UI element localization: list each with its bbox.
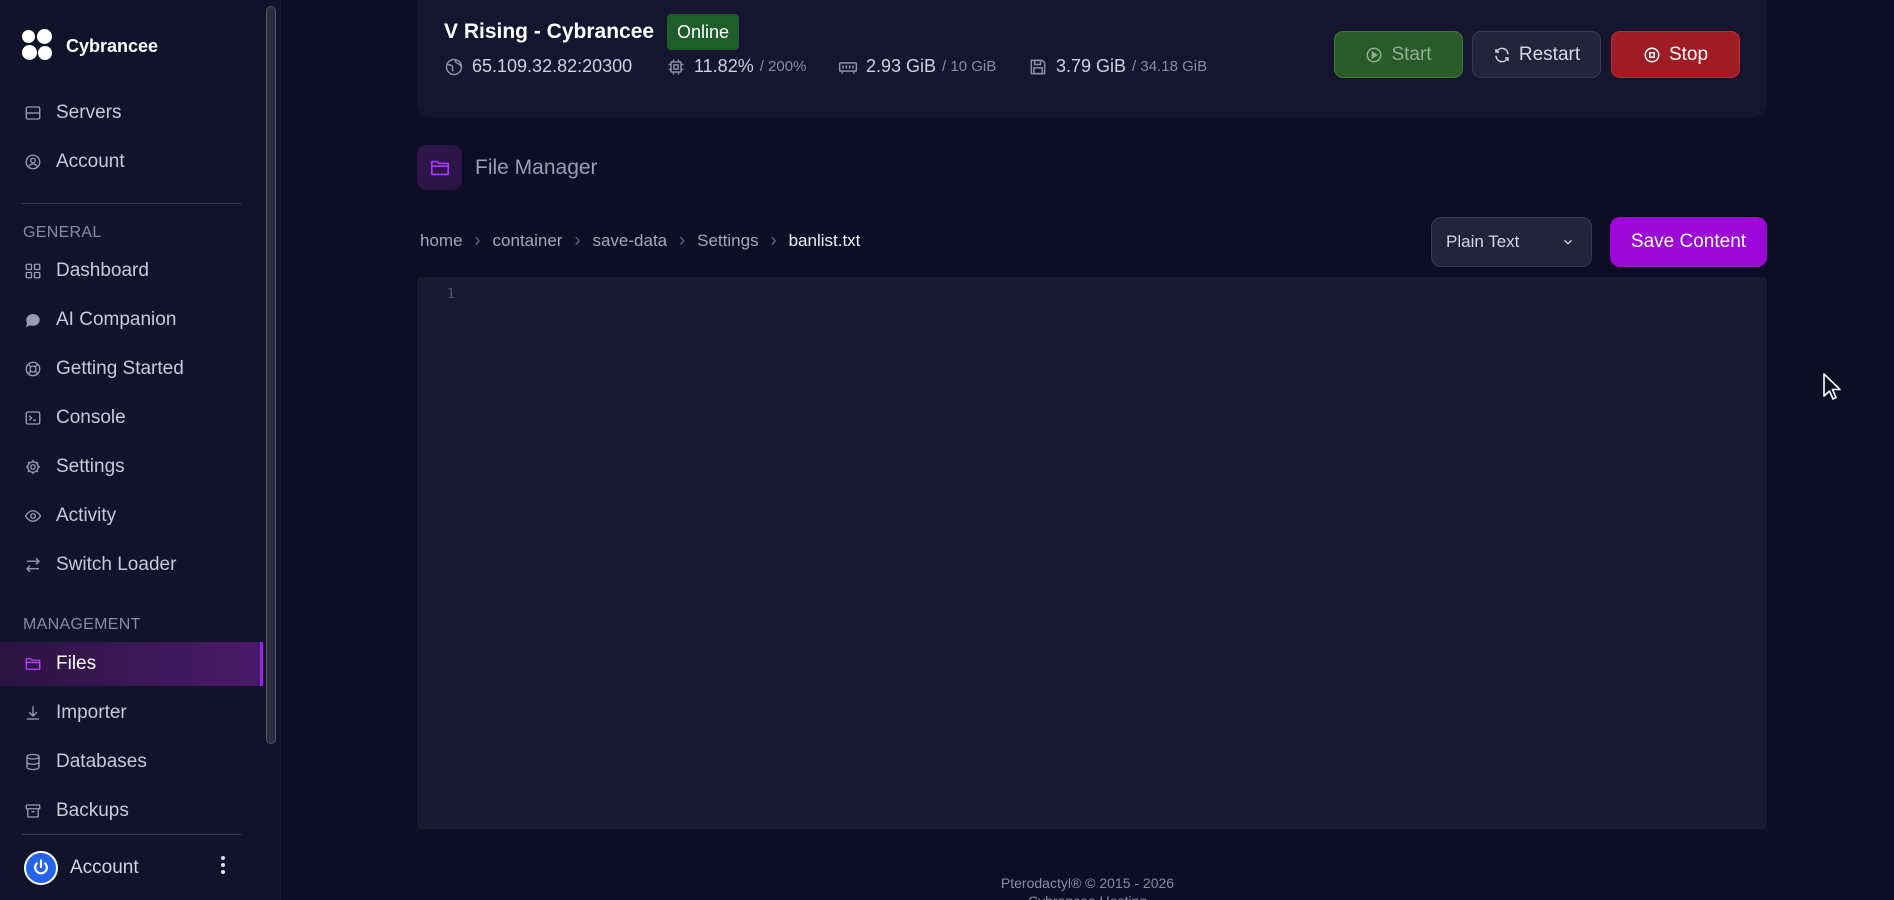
chevron-right-icon: › bbox=[770, 230, 777, 250]
breadcrumb-item[interactable]: home bbox=[420, 231, 463, 251]
sidebar-item-servers[interactable]: Servers bbox=[0, 91, 263, 135]
sidebar-scrollbar[interactable] bbox=[266, 6, 276, 744]
sidebar-item-getting-started[interactable]: Getting Started bbox=[0, 347, 263, 391]
sidebar: Cybrancee Servers Account GENERAL Dashbo… bbox=[0, 0, 281, 900]
disk-limit: / 34.18 GiB bbox=[1132, 58, 1208, 75]
server-header-card: V Rising - Cybrancee Online 65.109.32.82… bbox=[417, 0, 1767, 117]
file-manager-icon bbox=[417, 145, 462, 190]
cpu-value: 11.82% bbox=[694, 56, 754, 76]
server-address: 65.109.32.82:20300 bbox=[472, 56, 633, 76]
lifebuoy-icon bbox=[24, 360, 42, 378]
footer-hosting: Cybrancee Hosting bbox=[281, 892, 1894, 900]
code-editor[interactable]: 1 bbox=[417, 277, 1767, 829]
sidebar-item-label: Getting Started bbox=[56, 358, 184, 379]
sidebar-item-backups[interactable]: Backups bbox=[0, 789, 263, 833]
refresh-icon bbox=[1495, 47, 1509, 62]
restart-button[interactable]: Restart bbox=[1472, 31, 1601, 78]
stat-cpu: 11.82% / 200% bbox=[666, 56, 806, 77]
page-title: File Manager bbox=[475, 156, 598, 179]
cpu-limit: / 200% bbox=[759, 58, 807, 75]
download-icon bbox=[24, 704, 42, 722]
breadcrumb: home › container › save-data › Settings … bbox=[420, 230, 860, 251]
folder-icon bbox=[24, 655, 42, 673]
sidebar-item-ai-companion[interactable]: AI Companion bbox=[0, 298, 263, 342]
restart-label: Restart bbox=[1518, 43, 1581, 65]
stop-icon bbox=[1644, 47, 1660, 62]
stop-label: Stop bbox=[1668, 43, 1709, 65]
breadcrumb-current-file: banlist.txt bbox=[788, 230, 861, 250]
breadcrumb-item[interactable]: container bbox=[493, 231, 563, 251]
disk-value: 3.79 GiB bbox=[1056, 56, 1127, 76]
sidebar-item-label: Console bbox=[56, 407, 126, 428]
footer-copyright[interactable]: Pterodactyl® © 2015 - 2026 bbox=[281, 874, 1894, 892]
sidebar-item-account[interactable]: Account bbox=[0, 140, 263, 184]
sidebar-item-settings[interactable]: Settings bbox=[0, 445, 263, 489]
status-badge: Online bbox=[667, 14, 740, 50]
stat-address[interactable]: 65.109.32.82:20300 bbox=[444, 56, 632, 77]
swap-icon bbox=[24, 556, 42, 574]
sidebar-item-label: Switch Loader bbox=[56, 554, 177, 575]
section-label-management: MANAGEMENT bbox=[23, 616, 141, 633]
stop-button[interactable]: Stop bbox=[1611, 31, 1740, 78]
sidebar-item-databases[interactable]: Databases bbox=[0, 740, 263, 784]
sidebar-divider bbox=[22, 834, 241, 835]
disk-icon bbox=[1030, 59, 1046, 74]
mouse-cursor-icon bbox=[1823, 373, 1841, 400]
section-label-general: GENERAL bbox=[23, 224, 102, 241]
server-icon bbox=[24, 104, 42, 122]
sidebar-item-activity[interactable]: Activity bbox=[0, 494, 263, 538]
sidebar-item-label: AI Companion bbox=[56, 309, 177, 330]
chevron-down-icon bbox=[1564, 239, 1572, 245]
gear-icon bbox=[24, 458, 42, 476]
sidebar-item-label: Importer bbox=[56, 702, 127, 723]
memory-icon bbox=[838, 61, 858, 74]
sidebar-item-label: Dashboard bbox=[56, 260, 149, 281]
brand[interactable]: Cybrancee bbox=[22, 29, 158, 63]
eye-icon bbox=[24, 507, 42, 525]
sidebar-divider bbox=[22, 203, 241, 204]
chevron-right-icon: › bbox=[679, 230, 686, 250]
terminal-icon bbox=[24, 409, 42, 427]
stat-memory: 2.93 GiB / 10 GiB bbox=[838, 56, 996, 77]
sidebar-item-label: Files bbox=[56, 653, 97, 674]
line-number: 1 bbox=[447, 287, 455, 302]
chevron-right-icon: › bbox=[474, 230, 481, 250]
cpu-icon bbox=[668, 59, 684, 74]
sidebar-item-label: Databases bbox=[56, 751, 147, 772]
dashboard-icon bbox=[24, 262, 42, 280]
sidebar-item-label: Settings bbox=[56, 456, 125, 477]
server-name: V Rising - Cybrancee bbox=[444, 20, 655, 43]
chevron-right-icon: › bbox=[574, 230, 581, 250]
brand-logo-icon bbox=[22, 29, 56, 63]
sidebar-item-switch-loader[interactable]: Switch Loader bbox=[0, 543, 263, 587]
sidebar-item-label: Activity bbox=[56, 505, 117, 526]
brand-name: Cybrancee bbox=[66, 35, 159, 56]
sidebar-item-label: Servers bbox=[56, 102, 122, 123]
breadcrumb-item[interactable]: save-data bbox=[592, 231, 667, 251]
sidebar-item-label: Backups bbox=[56, 800, 129, 821]
sidebar-item-importer[interactable]: Importer bbox=[0, 691, 263, 735]
chat-icon bbox=[24, 311, 42, 329]
footer: Pterodactyl® © 2015 - 2026 Cybrancee Hos… bbox=[0, 874, 1894, 900]
archive-icon bbox=[24, 802, 42, 820]
sidebar-item-files[interactable]: Files bbox=[0, 642, 263, 686]
kebab-menu-icon[interactable] bbox=[221, 856, 225, 874]
start-label: Start bbox=[1391, 43, 1432, 65]
account-icon bbox=[24, 153, 42, 171]
sidebar-item-label: Account bbox=[56, 151, 125, 172]
save-content-button[interactable]: Save Content bbox=[1610, 217, 1767, 267]
language-select[interactable]: Plain Text bbox=[1431, 217, 1592, 267]
sidebar-item-console[interactable]: Console bbox=[0, 396, 263, 440]
stat-disk: 3.79 GiB / 34.18 GiB bbox=[1028, 56, 1207, 77]
database-icon bbox=[24, 753, 42, 771]
start-button[interactable]: Start bbox=[1334, 31, 1463, 78]
memory-limit: / 10 GiB bbox=[942, 58, 997, 75]
globe-icon bbox=[445, 58, 463, 75]
language-select-value: Plain Text bbox=[1446, 232, 1520, 251]
sidebar-item-dashboard[interactable]: Dashboard bbox=[0, 249, 263, 293]
breadcrumb-item[interactable]: Settings bbox=[697, 231, 758, 251]
play-icon bbox=[1366, 47, 1382, 62]
memory-value: 2.93 GiB bbox=[866, 56, 937, 76]
